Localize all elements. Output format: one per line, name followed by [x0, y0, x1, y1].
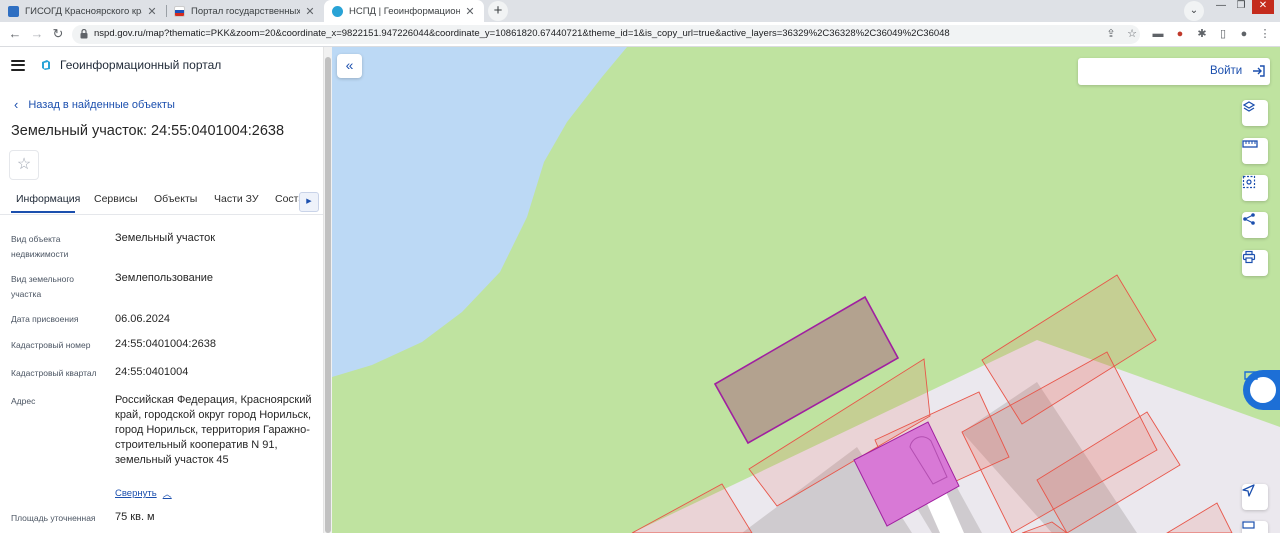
field-value-area: 75 кв. м: [115, 511, 155, 523]
scrollbar-thumb[interactable]: [325, 57, 331, 533]
forward-arrow-icon[interactable]: →: [29, 26, 45, 42]
portal-header: Геоинформационный портал: [11, 58, 221, 72]
site-favicon-icon: [8, 5, 19, 17]
field-value-cadastral-quarter: 24:55:0401004: [115, 366, 189, 378]
field-value-land-type: Землепользование: [115, 272, 214, 284]
area-select-icon[interactable]: [1242, 175, 1268, 201]
back-link-label: Назад в найденные объекты: [28, 98, 175, 111]
profile-avatar-icon[interactable]: ●: [1237, 27, 1251, 41]
layers-icon[interactable]: [1242, 100, 1268, 126]
map-tool-extra-icon[interactable]: [1242, 521, 1268, 533]
minimize-icon[interactable]: —: [1212, 0, 1230, 14]
map-canvas[interactable]: « Войти: [332, 47, 1280, 533]
object-info-panel: Геоинформационный портал ‹ Назад в найде…: [0, 47, 323, 533]
field-value-cadastral-number: 24:55:0401004:2638: [115, 338, 216, 350]
portal-title[interactable]: Геоинформационный портал: [60, 58, 221, 72]
field-label-assign-date: Дата присвоения: [11, 314, 79, 324]
tab-objects[interactable]: Объекты: [154, 193, 197, 205]
object-title: Земельный участок: 24:55:0401004:2638: [11, 123, 285, 139]
print-icon[interactable]: [1242, 250, 1268, 276]
hamburger-menu-icon[interactable]: [11, 59, 25, 71]
assistant-button[interactable]: [1243, 370, 1280, 410]
close-icon[interactable]: ✕: [464, 5, 476, 18]
browser-tab-3[interactable]: НСПД | Геоинформационный по ✕: [324, 0, 484, 22]
collapse-panel-icon[interactable]: «: [337, 54, 362, 78]
close-window-icon[interactable]: ✕: [1252, 0, 1274, 14]
field-value-object-type: Земельный участок: [115, 232, 216, 244]
bookmark-star-icon[interactable]: ☆: [1125, 27, 1139, 41]
field-value-assign-date: 06.06.2024: [115, 313, 171, 325]
favorite-star-icon[interactable]: ☆: [9, 150, 39, 180]
tab-search-button[interactable]: ⌄: [1184, 1, 1204, 21]
share-icon[interactable]: [1242, 212, 1268, 238]
chat-assistant-icon: [1244, 371, 1278, 405]
panel-scrollbar[interactable]: [323, 47, 332, 533]
field-label-area: Площадь уточненная: [11, 513, 96, 523]
portal-logo-icon: [42, 60, 50, 70]
map-layer: [332, 47, 1280, 533]
browser-tab-1[interactable]: ГИСОГД Красноярского края ✕: [0, 0, 166, 22]
active-tab-indicator: [11, 211, 75, 213]
tabs-divider: [0, 214, 323, 215]
login-arrow-icon: [1253, 65, 1265, 77]
browser-toolbar: ← → ↻ nspd.gov.ru/map?thematic=PKK&zoom=…: [0, 22, 1280, 47]
reload-icon[interactable]: ↻: [50, 26, 66, 42]
puzzle-extensions-icon[interactable]: ✱: [1195, 27, 1209, 41]
maximize-icon[interactable]: ❐: [1232, 0, 1250, 14]
field-label-object-type: Вид объекта недвижимости: [11, 234, 69, 259]
field-label-cadastral-quarter: Кадастровый квартал: [11, 368, 97, 378]
tab-services[interactable]: Сервисы: [94, 193, 138, 205]
collapse-link-label: Свернуть: [115, 488, 157, 499]
tabs-scroll-right-icon[interactable]: ▶: [299, 192, 319, 212]
browser-tab-title: НСПД | Геоинформационный по: [349, 5, 460, 17]
back-arrow-icon[interactable]: ←: [7, 26, 23, 42]
chevron-up-icon: ︿: [162, 489, 172, 499]
url-text: nspd.gov.ru/map?thematic=PKK&zoom=20&coo…: [94, 28, 950, 39]
field-label-land-type: Вид земельного участка: [11, 274, 75, 299]
field-label-cadastral-number: Кадастровый номер: [11, 340, 91, 350]
ruler-icon[interactable]: [1242, 138, 1268, 164]
tab-information[interactable]: Информация: [16, 193, 80, 205]
collapse-address-link[interactable]: Свернуть ︿: [115, 487, 172, 500]
browser-menu-icon[interactable]: ⋮: [1258, 27, 1272, 41]
river-water: [332, 47, 627, 377]
browser-tab-2[interactable]: Портал государственных услуг Р ✕: [166, 0, 324, 22]
flag-icon: [174, 5, 185, 17]
field-value-address: Российская Федерация, Красноярский край,…: [115, 394, 312, 466]
info-tabs: Информация Сервисы Объекты Части ЗУ Сост…: [0, 187, 323, 213]
new-tab-button[interactable]: +: [488, 1, 508, 21]
browser-tab-title: ГИСОГД Красноярского края: [25, 5, 142, 17]
login-bar[interactable]: Войти: [1078, 58, 1270, 85]
tab-parts[interactable]: Части ЗУ: [214, 193, 259, 205]
share-page-icon[interactable]: ⇪: [1104, 27, 1118, 41]
close-icon[interactable]: ✕: [304, 5, 316, 18]
browser-tab-title: Портал государственных услуг Р: [191, 5, 300, 17]
extension-red-icon[interactable]: ●: [1173, 27, 1187, 41]
field-label-address: Адрес: [11, 396, 36, 406]
address-bar[interactable]: nspd.gov.ru/map?thematic=PKK&zoom=20&coo…: [72, 25, 1140, 44]
back-to-results-link[interactable]: ‹ Назад в найденные объекты: [14, 97, 175, 112]
extension-icon[interactable]: ▬: [1151, 27, 1165, 41]
login-label: Войти: [1210, 65, 1243, 77]
close-icon[interactable]: ✕: [146, 5, 158, 18]
chevron-left-icon: ‹: [14, 97, 19, 112]
lock-icon: [80, 29, 88, 39]
locate-icon[interactable]: [1242, 484, 1268, 510]
browser-tab-strip: ГИСОГД Красноярского края ✕ Портал госуд…: [0, 0, 1280, 22]
side-panel-icon[interactable]: ▯: [1216, 27, 1230, 41]
nspd-favicon-icon: [332, 5, 343, 17]
